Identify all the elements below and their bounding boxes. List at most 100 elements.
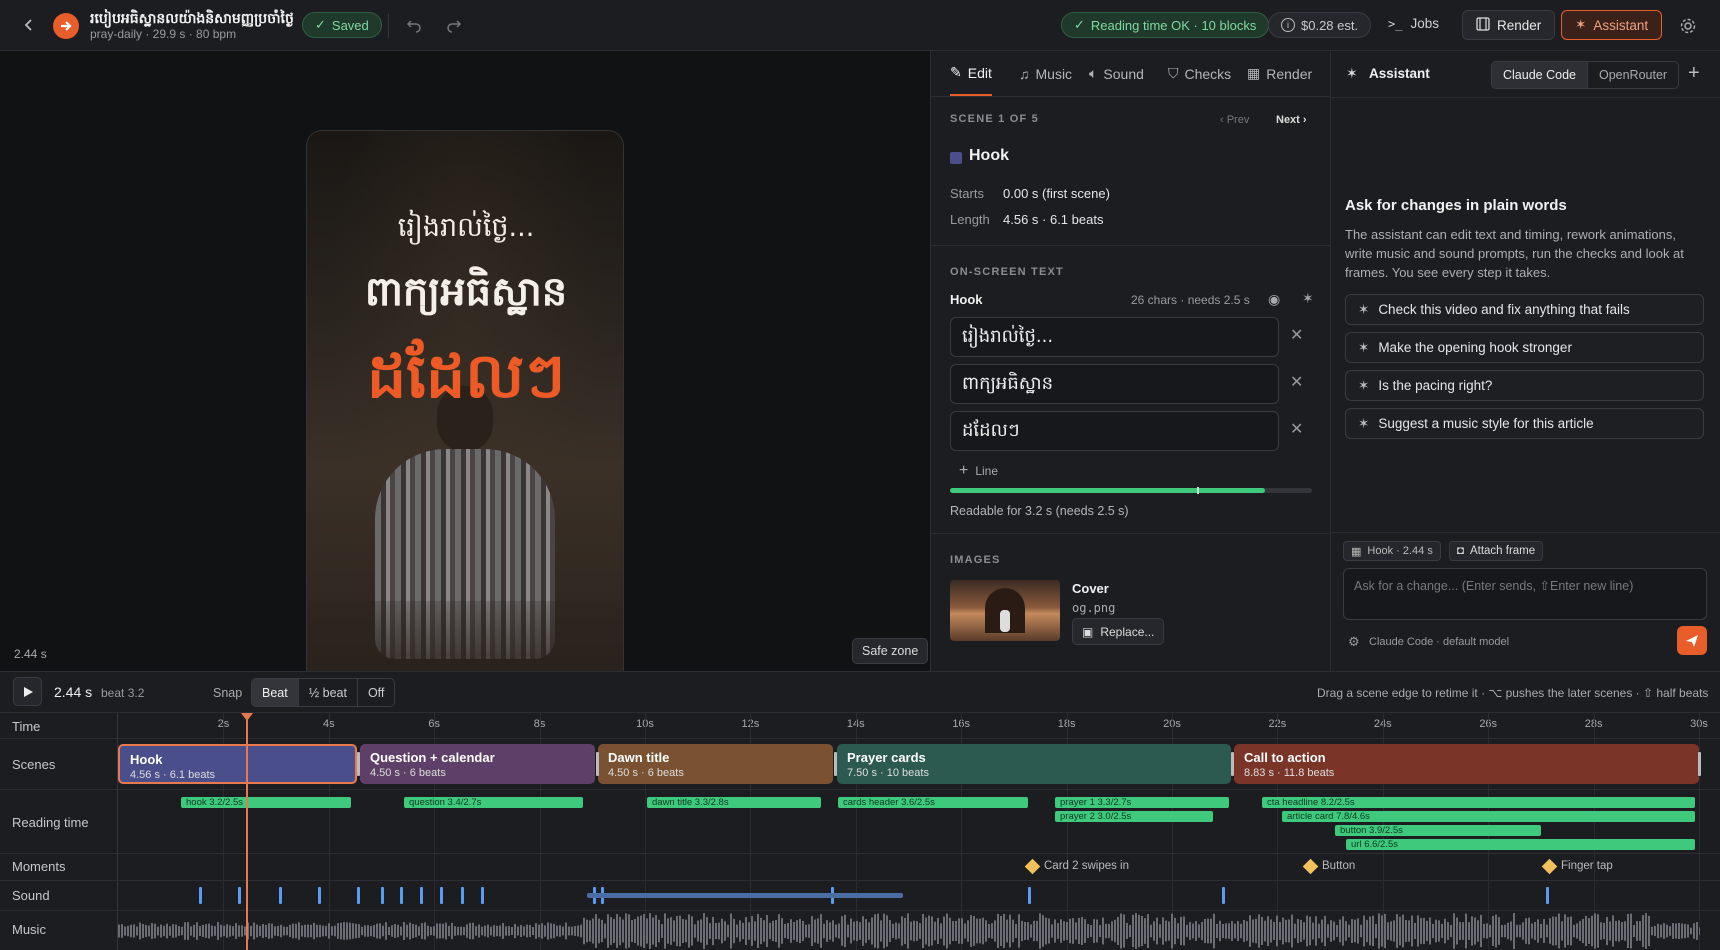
- cover-thumbnail[interactable]: [950, 580, 1060, 641]
- remove-line-icon[interactable]: ✕: [1290, 325, 1303, 345]
- video-preview[interactable]: រៀងរាល់ថ្ងៃ... ពាក្យអធិស្ឋាន ដដែលៗ 2.44 …: [0, 51, 930, 694]
- preview-line-1: រៀងរាល់ថ្ងៃ...: [397, 212, 535, 243]
- sound-marker[interactable]: [381, 887, 384, 904]
- mode-openrouter[interactable]: OpenRouter: [1586, 62, 1678, 88]
- back-icon[interactable]: [18, 14, 40, 36]
- sound-marker[interactable]: [279, 887, 282, 904]
- remove-line-icon[interactable]: ✕: [1290, 372, 1303, 392]
- reading-block[interactable]: hook 3.2/2.5s: [181, 797, 351, 808]
- moment-marker[interactable]: Button: [1302, 858, 1355, 874]
- waveform-bar: [1006, 919, 1008, 943]
- playhead[interactable]: [241, 713, 253, 950]
- playhead-handle[interactable]: [241, 713, 253, 721]
- gear-icon[interactable]: [1676, 14, 1700, 38]
- waveform-bar: [1360, 924, 1362, 938]
- snap-beat[interactable]: Beat: [252, 679, 299, 706]
- text-line-input[interactable]: ពាក្យអធិស្ឋាន: [950, 364, 1279, 404]
- waveform-bar: [1021, 920, 1023, 942]
- snap-half-beat[interactable]: ½ beat: [299, 679, 358, 706]
- redo-icon[interactable]: [443, 14, 465, 36]
- sound-marker[interactable]: [238, 887, 241, 904]
- waveform-bar: [1273, 921, 1275, 941]
- waveform-bar: [1300, 919, 1302, 943]
- scene-edge-handle[interactable]: [834, 752, 837, 776]
- tab-render[interactable]: ▦ Render: [1247, 51, 1312, 96]
- sound-marker[interactable]: [357, 887, 360, 904]
- waveform-bar: [553, 923, 555, 939]
- snap-off[interactable]: Off: [358, 679, 394, 706]
- tab-checks[interactable]: ⛉ Checks: [1168, 51, 1231, 96]
- music-waveform[interactable]: [118, 912, 1700, 950]
- new-chat-icon[interactable]: +: [1688, 62, 1700, 85]
- sound-marker[interactable]: [440, 887, 443, 904]
- scene-edge-handle[interactable]: [1698, 752, 1701, 776]
- scene-edge-handle[interactable]: [357, 752, 360, 776]
- waveform-bar: [448, 925, 450, 937]
- chat-input[interactable]: Ask for a change... (Enter sends, ⇧Enter…: [1343, 568, 1707, 620]
- reading-block[interactable]: prayer 1 3.3/2.7s: [1055, 797, 1229, 808]
- reading-block[interactable]: cta headline 8.2/2.5s: [1262, 797, 1695, 808]
- waveform-bar: [1003, 913, 1005, 949]
- suggestion-button[interactable]: ✶ Check this video and fix anything that …: [1345, 294, 1704, 325]
- scene-chip[interactable]: ▦ Hook · 2.44 s: [1343, 541, 1441, 561]
- scene-block-prayer-cards[interactable]: Prayer cards 7.50 s · 10 beats: [837, 744, 1231, 784]
- scene-block-dawn[interactable]: Dawn title 4.50 s · 6 beats: [598, 744, 833, 784]
- tab-music[interactable]: ♫ Music: [1019, 51, 1072, 96]
- waveform-bar: [1147, 914, 1149, 948]
- suggestion-button[interactable]: ✶ Make the opening hook stronger: [1345, 332, 1704, 363]
- sound-marker[interactable]: [461, 887, 464, 904]
- reading-block[interactable]: article card 7.8/4.6s: [1282, 811, 1695, 822]
- scene-block-hook[interactable]: Hook 4.56 s · 6.1 beats: [118, 744, 357, 784]
- prev-button[interactable]: ‹ Prev: [1220, 114, 1249, 126]
- sparkle-icon[interactable]: ✶: [1302, 290, 1314, 307]
- waveform-bar: [1435, 919, 1437, 943]
- send-button[interactable]: [1677, 626, 1707, 655]
- moment-marker[interactable]: Card 2 swipes in: [1024, 858, 1129, 874]
- sound-marker[interactable]: [481, 887, 484, 904]
- reading-status-badge[interactable]: ✓ Reading time OK · 10 blocks: [1061, 12, 1270, 38]
- scene-edge-handle[interactable]: [596, 752, 599, 776]
- sound-marker[interactable]: [400, 887, 403, 904]
- sound-marker[interactable]: [1222, 887, 1225, 904]
- attach-frame-button[interactable]: ◘ Attach frame: [1449, 541, 1544, 561]
- sound-marker[interactable]: [199, 887, 202, 904]
- safe-zone-button[interactable]: Safe zone: [852, 638, 929, 664]
- waveform-bar: [1036, 920, 1038, 942]
- reading-block[interactable]: question 3.4/2.7s: [404, 797, 583, 808]
- mode-claude-code[interactable]: Claude Code: [1492, 62, 1587, 88]
- replace-button[interactable]: ▣ Replace...: [1072, 618, 1165, 645]
- reading-block[interactable]: dawn title 3.3/2.8s: [647, 797, 821, 808]
- moment-marker[interactable]: Finger tap: [1541, 858, 1613, 874]
- text-line-input[interactable]: ដដែលៗ: [950, 411, 1279, 451]
- waveform-bar: [886, 915, 888, 947]
- sound-marker[interactable]: [318, 887, 321, 904]
- undo-icon[interactable]: [403, 14, 425, 36]
- scene-edge-handle[interactable]: [1231, 752, 1234, 776]
- tab-edit[interactable]: ✎ Edit: [950, 51, 992, 96]
- scene-block-cta[interactable]: Call to action 8.83 s · 11.8 beats: [1234, 744, 1699, 784]
- remove-line-icon[interactable]: ✕: [1290, 419, 1303, 439]
- sound-clip[interactable]: [587, 893, 903, 898]
- sound-marker[interactable]: [1546, 887, 1549, 904]
- model-label[interactable]: Claude Code · default model: [1369, 636, 1509, 648]
- reading-block[interactable]: url 6.6/2.5s: [1346, 839, 1695, 850]
- waveform-bar: [868, 922, 870, 940]
- reading-block[interactable]: prayer 2 3.0/2.5s: [1055, 811, 1213, 822]
- reading-block[interactable]: button 3.9/2.5s: [1335, 825, 1541, 836]
- play-button[interactable]: [13, 677, 42, 706]
- suggestion-button[interactable]: ✶ Is the pacing right?: [1345, 370, 1704, 401]
- assistant-button[interactable]: ✶ Assistant: [1561, 10, 1663, 40]
- tab-sound[interactable]: 🔈︎ Sound: [1089, 51, 1144, 96]
- suggestion-button[interactable]: ✶ Suggest a music style for this article: [1345, 408, 1704, 439]
- add-line-button[interactable]: + Line: [959, 462, 998, 480]
- sound-marker[interactable]: [420, 887, 423, 904]
- render-button[interactable]: Render: [1462, 10, 1556, 40]
- waveform-bar: [1240, 923, 1242, 939]
- next-button[interactable]: Next ›: [1276, 114, 1307, 126]
- scene-block-question[interactable]: Question + calendar 4.50 s · 6 beats: [360, 744, 595, 784]
- text-line-input[interactable]: រៀងរាល់ថ្ងៃ...: [950, 317, 1279, 357]
- eye-icon[interactable]: ◉: [1268, 291, 1280, 308]
- sound-marker[interactable]: [1028, 887, 1031, 904]
- jobs-button[interactable]: >_ Jobs: [1388, 16, 1439, 31]
- reading-block[interactable]: cards header 3.6/2.5s: [838, 797, 1028, 808]
